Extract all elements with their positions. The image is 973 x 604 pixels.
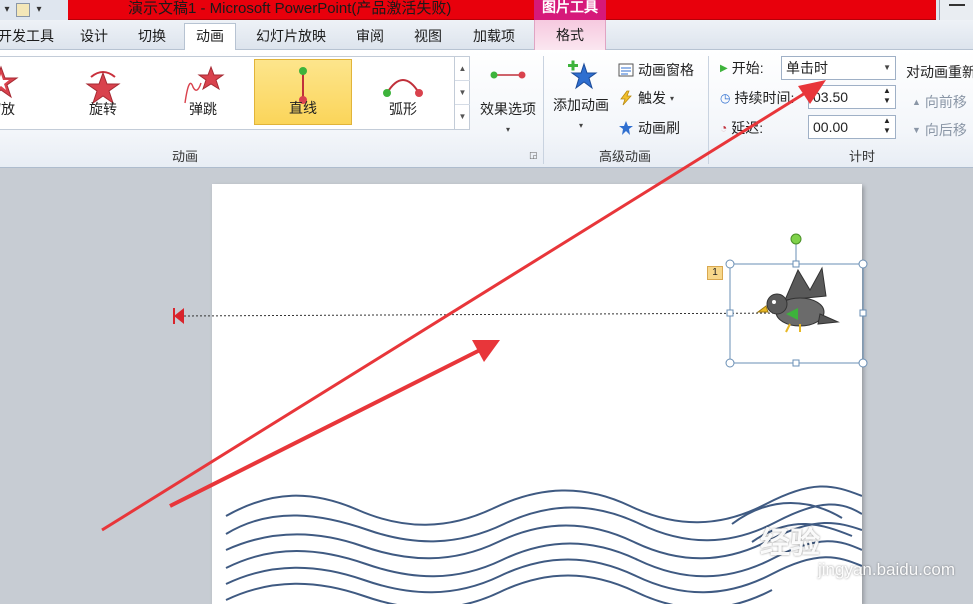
tab-transitions[interactable]: 切换 — [126, 24, 178, 50]
chevron-down-icon: ▾ — [505, 125, 510, 134]
trigger-label: 触发 — [638, 90, 666, 106]
watermark-url: jingyan.baidu.com — [818, 560, 956, 579]
play-icon: ▶ — [720, 62, 728, 74]
ribbon: 缩放 旋转 弹跳 直线 — [0, 50, 973, 168]
chevron-down-icon: ▾ — [578, 121, 583, 130]
gallery-scroll-up-icon[interactable]: ▲ — [455, 57, 470, 81]
start-label: 开始: — [731, 60, 764, 76]
timing-group-label: 计时 — [848, 149, 875, 164]
gallery-item-arc[interactable]: 弧形 — [354, 59, 452, 125]
effect-options-label: 效果选项 — [480, 101, 536, 117]
gallery-item-zoom[interactable]: 缩放 — [0, 59, 50, 125]
tab-slideshow[interactable]: 幻灯片放映 — [244, 24, 338, 50]
gallery-item-spin[interactable]: 旋转 — [54, 59, 152, 125]
clock-icon: ◷ — [720, 91, 731, 105]
group-separator — [708, 56, 709, 164]
gallery-expand-icon[interactable]: ▼ — [455, 105, 470, 129]
qat-custom-icon[interactable] — [16, 3, 30, 17]
start-value: 单击时 — [786, 60, 828, 76]
trigger-button[interactable]: 触发 ▾ — [618, 88, 674, 108]
delay-row: ◔ 延迟: — [720, 118, 763, 138]
zoom-star-icon — [0, 65, 19, 99]
delay-label: 延迟: — [731, 120, 764, 136]
gallery-item-line[interactable]: 直线 — [254, 59, 352, 125]
animation-painter-label: 动画刷 — [638, 120, 680, 136]
down-arrow-icon: ▼ — [912, 125, 921, 135]
animation-pane-button[interactable]: 动画窗格 — [618, 60, 694, 80]
gallery-item-label: 直线 — [289, 100, 317, 116]
title-highlight: 演示文稿1 - Microsoft PowerPoint(产品激活失败) — [68, 0, 936, 20]
move-later-label: 向后移 — [924, 122, 967, 138]
tab-design[interactable]: 设计 — [68, 24, 120, 50]
effect-options-icon — [490, 71, 526, 79]
tab-developer[interactable]: 开发工具 — [0, 24, 58, 50]
animation-painter-button[interactable]: 动画刷 — [618, 118, 680, 138]
delay-icon: ◔ — [720, 121, 728, 135]
quick-access-toolbar: ▾ ▾ — [0, 0, 70, 20]
duration-row: ◷ 持续时间: — [720, 88, 794, 108]
animation-pane-icon — [618, 62, 634, 78]
gallery-item-label: 旋转 — [89, 101, 117, 117]
lightning-icon — [618, 90, 634, 106]
gallery-item-label: 弧形 — [389, 101, 417, 117]
delay-input[interactable]: 00.00 ▲ ▼ — [808, 115, 896, 139]
up-arrow-icon: ▲ — [912, 97, 921, 107]
add-animation-icon — [568, 60, 598, 90]
animation-painter-icon — [618, 120, 634, 136]
window-title: 演示文稿1 - Microsoft PowerPoint(产品激活失败) — [128, 0, 452, 17]
duration-value: 03.50 — [813, 89, 849, 105]
duration-label: 持续时间: — [734, 90, 795, 106]
ribbon-tab-bar: 开发工具 设计 切换 动画 幻灯片放映 审阅 视图 加载项 格式 — [0, 20, 973, 51]
move-earlier-button[interactable]: ▲ 向前移 — [912, 92, 967, 112]
animation-gallery: 缩放 旋转 弹跳 直线 — [0, 56, 470, 130]
chevron-down-icon: ▾ — [670, 93, 675, 103]
animation-group-label: 动画 — [171, 149, 198, 164]
qat-dropdown-icon[interactable]: ▾ — [2, 3, 12, 17]
group-separator — [543, 56, 544, 164]
add-animation-button[interactable]: 添加动画 ▾ — [548, 58, 614, 131]
move-later-button[interactable]: ▼ 向后移 — [912, 120, 967, 140]
animation-order-badge[interactable]: 1 — [707, 266, 723, 280]
gallery-item-bounce[interactable]: 弹跳 — [154, 59, 252, 125]
watermark-logo: 经验 — [760, 527, 820, 560]
animation-pane-label: 动画窗格 — [638, 62, 694, 78]
tab-review[interactable]: 审阅 — [344, 24, 396, 50]
minimize-button[interactable] — [939, 0, 973, 20]
delay-value: 00.00 — [813, 119, 849, 135]
add-animation-label: 添加动画 — [553, 97, 609, 113]
spinner-arrows-icon[interactable]: ▲ ▼ — [879, 116, 895, 138]
start-dropdown[interactable]: 单击时 ▼ — [781, 56, 896, 80]
tab-animations[interactable]: 动画 — [184, 23, 236, 51]
advanced-animation-group-label: 高级动画 — [598, 149, 651, 164]
duration-input[interactable]: 03.50 ▲ ▼ — [808, 85, 896, 109]
gallery-scroll-down-icon[interactable]: ▼ — [455, 81, 470, 105]
tab-addins[interactable]: 加载项 — [462, 24, 526, 50]
customize-qat-icon[interactable]: ▾ — [34, 3, 44, 17]
move-earlier-label: 向前移 — [924, 94, 967, 110]
gallery-item-label: 缩放 — [0, 101, 15, 117]
minimize-icon — [949, 4, 965, 6]
gallery-item-label: 弹跳 — [189, 101, 217, 117]
chevron-down-icon: ▼ — [883, 63, 891, 72]
tab-format[interactable]: 格式 — [534, 20, 606, 50]
context-tab-group-label: 图片工具 — [534, 0, 606, 20]
title-bar: ▾ ▾ 演示文稿1 - Microsoft PowerPoint(产品激活失败)… — [0, 0, 973, 20]
reorder-label: 对动画重新 — [906, 64, 973, 80]
effect-options-button[interactable]: 效果选项 ▾ — [472, 60, 544, 135]
spinner-arrows-icon[interactable]: ▲ ▼ — [879, 86, 895, 108]
gallery-scrollbar: ▲ ▼ ▼ — [454, 57, 470, 129]
dialog-launcher-icon[interactable]: ◲ — [529, 150, 538, 161]
start-row: ▶ 开始: — [720, 58, 764, 78]
tab-view[interactable]: 视图 — [402, 24, 454, 50]
